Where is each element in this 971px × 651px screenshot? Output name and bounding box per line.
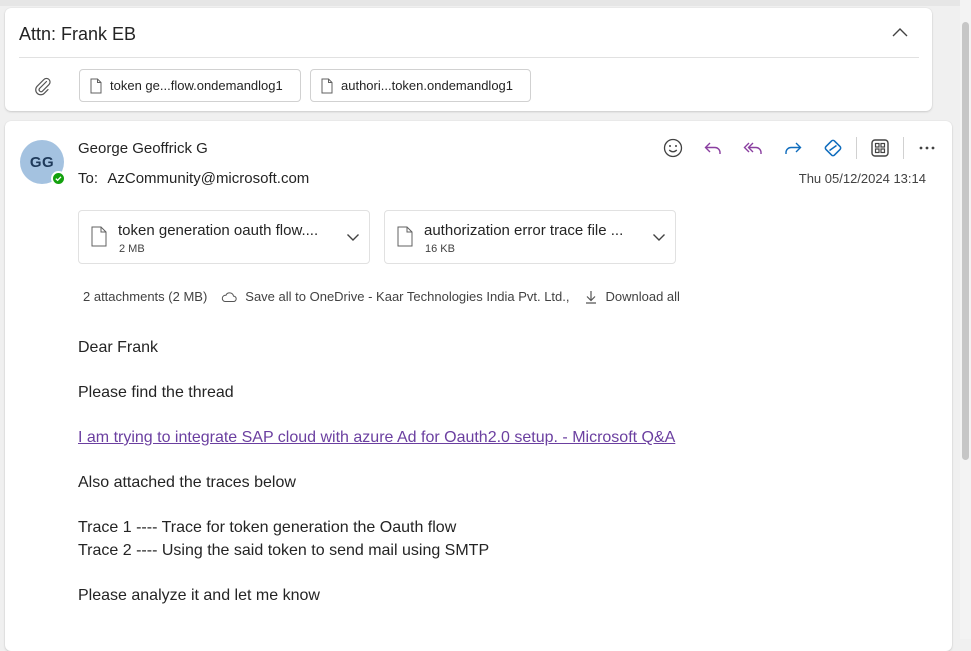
react-button[interactable] bbox=[660, 135, 686, 161]
collapse-button[interactable] bbox=[889, 24, 911, 42]
actions-separator bbox=[856, 137, 857, 159]
top-strip bbox=[0, 0, 960, 6]
file-icon bbox=[321, 78, 333, 93]
more-actions-button[interactable] bbox=[914, 135, 940, 161]
apps-button[interactable] bbox=[867, 135, 893, 161]
reply-icon bbox=[704, 142, 721, 154]
attachment-size: 2 MB bbox=[119, 243, 145, 255]
thread-attachment-chip[interactable]: token ge...flow.ondemandlog1 bbox=[79, 69, 301, 102]
reply-all-button[interactable] bbox=[740, 135, 766, 161]
attachment-name: token ge...flow.ondemandlog1 bbox=[110, 78, 283, 93]
qa-thread-link[interactable]: I am trying to integrate SAP cloud with … bbox=[78, 429, 675, 446]
body-trace-line: Trace 2 ---- Using the said token to sen… bbox=[78, 542, 490, 559]
attachment-name: authori...token.ondemandlog1 bbox=[341, 78, 514, 93]
attachments-bar: 2 attachments (2 MB) Save all to OneDriv… bbox=[83, 289, 680, 304]
thread-header-card: Attn: Frank EB token ge...flow.ondemandl… bbox=[5, 8, 932, 111]
chevron-down-icon[interactable] bbox=[651, 229, 667, 245]
save-all-label: Save all to OneDrive - Kaar Technologies… bbox=[245, 289, 570, 304]
file-icon bbox=[91, 226, 107, 247]
body-line: Also attached the traces below bbox=[78, 474, 296, 491]
presence-available-icon bbox=[51, 171, 66, 186]
scrollbar-thumb[interactable] bbox=[962, 22, 969, 460]
reply-all-icon bbox=[743, 142, 762, 154]
download-icon bbox=[585, 290, 596, 304]
recipient-address[interactable]: AzCommunity@microsoft.com bbox=[107, 170, 309, 187]
subject-title: Attn: Frank EB bbox=[19, 24, 137, 44]
apps-icon bbox=[871, 139, 889, 157]
more-icon bbox=[919, 146, 935, 150]
sender-name[interactable]: George Geoffrick G bbox=[78, 140, 208, 157]
divider bbox=[19, 57, 919, 58]
file-icon bbox=[90, 78, 102, 93]
chevron-up-icon bbox=[892, 28, 908, 37]
attachment-card[interactable]: token generation oauth flow.... 2 MB bbox=[78, 210, 370, 264]
thread-attachment-chip[interactable]: authori...token.ondemandlog1 bbox=[310, 69, 531, 102]
attachment-card[interactable]: authorization error trace file ... 16 KB bbox=[384, 210, 676, 264]
message-actions bbox=[660, 135, 954, 161]
chevron-down-icon[interactable] bbox=[345, 229, 361, 245]
save-all-onedrive-button[interactable]: Save all to OneDrive - Kaar Technologies… bbox=[221, 289, 570, 304]
cloud-icon bbox=[222, 291, 237, 302]
to-label: To: bbox=[78, 170, 99, 187]
attachment-name: token generation oauth flow.... bbox=[118, 222, 319, 239]
attachment-size: 16 KB bbox=[425, 243, 455, 255]
loop-button[interactable] bbox=[820, 135, 846, 161]
body-link-line: I am trying to integrate SAP cloud with … bbox=[78, 429, 675, 447]
attachments-summary: 2 attachments (2 MB) bbox=[83, 289, 208, 304]
message-card: GG George Geoffrick G To: AzCommunity@mi… bbox=[5, 121, 952, 651]
body-line: Please find the thread bbox=[78, 384, 234, 401]
download-all-label: Download all bbox=[605, 289, 680, 304]
actions-separator bbox=[903, 137, 904, 159]
reply-button[interactable] bbox=[700, 135, 726, 161]
loop-icon bbox=[824, 139, 842, 157]
forward-button[interactable] bbox=[780, 135, 806, 161]
file-icon bbox=[397, 226, 413, 247]
forward-icon bbox=[785, 142, 802, 154]
emoji-icon bbox=[663, 138, 683, 158]
body-greeting: Dear Frank bbox=[78, 339, 159, 356]
message-date: Thu 05/12/2024 13:14 bbox=[798, 171, 926, 186]
paperclip-icon bbox=[35, 77, 51, 96]
attachment-name: authorization error trace file ... bbox=[424, 222, 624, 239]
body-closing: Please analyze it and let me know bbox=[78, 587, 320, 604]
recipient-line: To: AzCommunity@microsoft.com bbox=[78, 170, 309, 187]
download-all-button[interactable]: Download all bbox=[584, 289, 680, 304]
body-trace-line: Trace 1 ---- Trace for token generation … bbox=[78, 519, 457, 536]
